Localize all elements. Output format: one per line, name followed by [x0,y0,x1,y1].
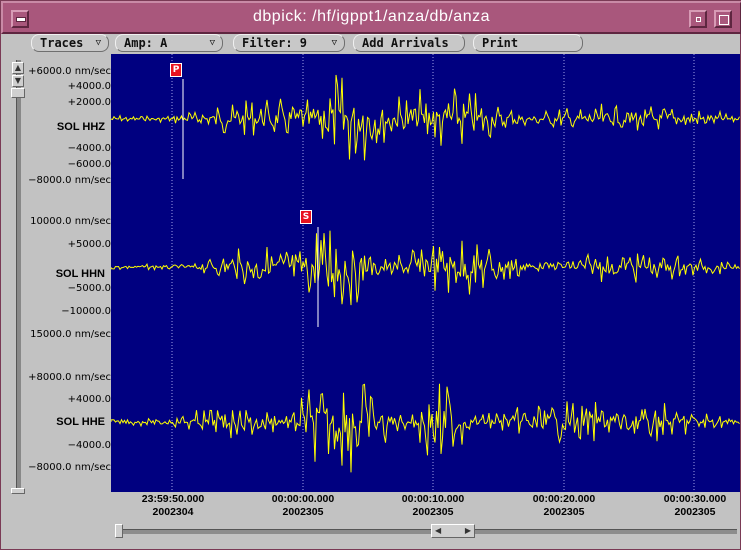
station-label: SOL HHN [55,268,105,280]
amp-label: −8000.0 nm/sec [28,175,111,186]
time-tick-time: 00:00:00.000 [271,493,335,505]
amp-label: −5000.0 [67,283,111,294]
amp-label: −6000.0 [67,159,111,170]
scroll-left-icon[interactable]: ◀ [435,525,441,537]
horizontal-scroll-thumb[interactable]: ◀ ▶ [431,524,475,538]
time-tick-time: 00:00:20.000 [532,493,596,505]
maximize-button[interactable] [714,10,732,28]
traces-menu-button[interactable]: Traces ▽ [31,34,109,52]
scroll-right-icon[interactable]: ▶ [465,525,471,537]
p-pick-marker[interactable]: P [170,63,182,77]
amp-label: +8000.0 nm/sec [28,372,111,383]
seismogram-plot[interactable]: P S [111,54,740,492]
window-title: dbpick: /hf/igppt1/anza/db/anza [253,8,490,25]
amp-label: +4000.0 [67,81,111,92]
minimize-button[interactable] [689,10,707,28]
amp-label: +5000.0 [67,239,111,250]
seismogram-canvas[interactable] [111,54,740,492]
amp-label: −8000.0 nm/sec [28,462,111,473]
amp-menu-button[interactable]: Amp: A ▽ [115,34,223,52]
time-tick-date: 2002305 [282,506,324,518]
amp-label: +2000.0 [67,97,111,108]
time-tick-date: 2002305 [412,506,454,518]
amp-label: +4000.0 [67,394,111,405]
time-tick-date: 2002304 [152,506,194,518]
trace-hhz [111,74,740,161]
time-tick-date: 2002305 [674,506,716,518]
amp-label: −4000.0 [67,143,111,154]
add-arrivals-label: Add Arrivals [362,36,449,50]
horizontal-scroll-track[interactable] [115,529,737,534]
time-tick-date: 2002305 [543,506,585,518]
horizontal-scroll-start[interactable] [115,524,123,538]
vertical-scroll-thumb[interactable] [11,88,25,98]
filter-label: Filter: 9 [242,36,308,50]
dbpick-window: dbpick: /hf/igppt1/anza/db/anza Traces ▽… [0,0,741,550]
time-tick: 00:00:20.000 2002305 [494,493,634,519]
scroll-up-icon[interactable]: ▲ [12,62,24,74]
scroll-down-icon[interactable]: ▼ [12,75,24,87]
time-tick-time: 00:00:10.000 [401,493,465,505]
traces-label: Traces [40,36,84,50]
horizontal-scrollbar[interactable]: ◀ ▶ [115,524,737,538]
amp-label: 10000.0 nm/sec [30,216,111,227]
station-label: SOL HHZ [56,121,105,133]
vertical-scroll-end[interactable] [11,488,25,494]
print-label: Print [482,36,519,50]
amplitude-axis-column: +6000.0 nm/sec +4000.0 +2000.0 SOL HHZ −… [27,54,111,494]
amp-label: 15000.0 nm/sec [30,329,111,340]
filter-menu-button[interactable]: Filter: 9 ▽ [233,34,345,52]
toolbar: Traces ▽ Amp: A ▽ Filter: 9 ▽ Add Arriva… [3,34,740,54]
time-tick: 00:00:10.000 2002305 [363,493,503,519]
station-label: SOL HHE [56,416,105,428]
vertical-scroll-track[interactable] [16,60,21,494]
add-arrivals-button[interactable]: Add Arrivals [353,34,465,52]
dropdown-arrow-icon: ▽ [209,38,215,48]
amp-label: −10000.0 [61,306,111,317]
dropdown-arrow-icon: ▽ [95,38,101,48]
time-tick: 00:00:30.000 2002305 [625,493,741,519]
amp-label: Amp: A [124,36,168,50]
time-tick: 23:59:50.000 2002304 [103,493,243,519]
time-axis: 23:59:50.000 2002304 00:00:00.000 200230… [111,493,740,523]
amp-label: +6000.0 nm/sec [28,66,111,77]
time-tick-time: 23:59:50.000 [141,493,205,505]
trace-hhe [111,383,740,473]
dropdown-arrow-icon: ▽ [331,38,337,48]
trace-panel: ▲ ▼ +6000.0 nm/sec +4000.0 +2000.0 SOL H… [3,54,740,549]
amp-label: −4000.0 [67,440,111,451]
print-button[interactable]: Print [473,34,583,52]
time-tick: 00:00:00.000 2002305 [233,493,373,519]
time-tick-time: 00:00:30.000 [663,493,727,505]
trace-hhn [111,230,740,306]
vertical-scrollbar[interactable]: ▲ ▼ [11,60,25,494]
s-pick-marker[interactable]: S [300,210,312,224]
title-bar[interactable]: dbpick: /hf/igppt1/anza/db/anza [1,1,741,34]
